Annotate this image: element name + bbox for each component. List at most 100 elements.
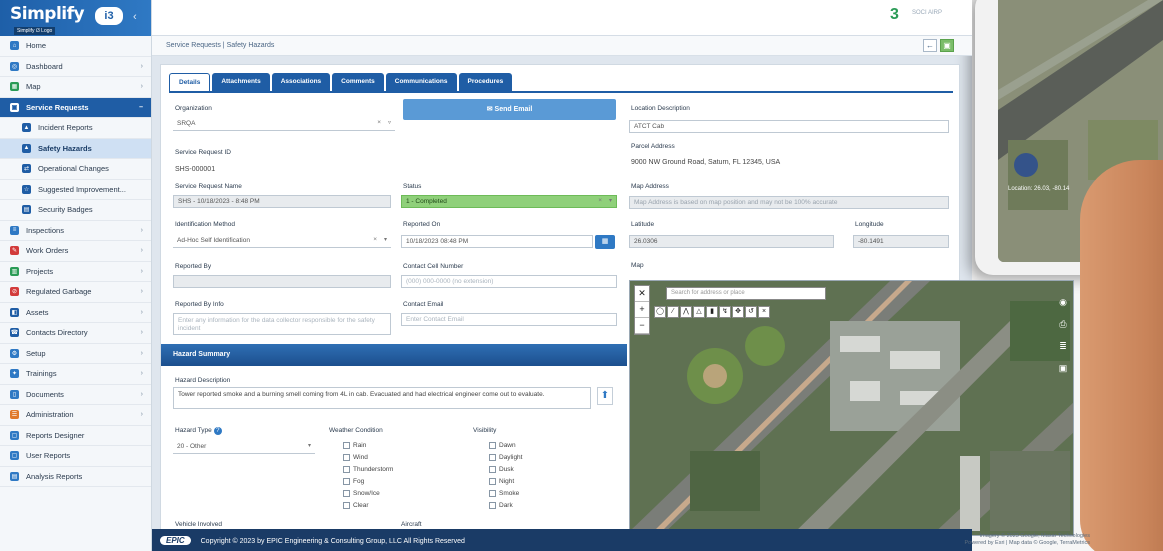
sidebar-item-reports-designer[interactable]: ▢ Reports Designer	[0, 426, 151, 446]
tab-communications[interactable]: Communications	[385, 73, 457, 91]
visibility-daylight-checkbox[interactable]: Daylight	[489, 454, 522, 461]
tab-procedures[interactable]: Procedures	[458, 73, 513, 91]
latitude-field[interactable]: 26.0306	[629, 235, 834, 248]
chevron-down-icon[interactable]: ▾	[609, 197, 612, 205]
app-logo-badge: i3	[95, 7, 123, 25]
sidebar-item-dashboard[interactable]: ◎ Dashboard ›	[0, 57, 151, 77]
tab-associations[interactable]: Associations	[271, 73, 331, 91]
zoom-in-icon[interactable]: +	[635, 302, 649, 318]
info-icon[interactable]: ?	[213, 427, 222, 435]
sidebar-item-trainings[interactable]: ✦ Trainings ›	[0, 364, 151, 385]
weather-rain-checkbox[interactable]: Rain	[343, 442, 366, 449]
freehand-tool-icon[interactable]: ↯	[719, 306, 731, 318]
longitude-field[interactable]: -80.1491	[853, 235, 949, 248]
sr-name-field[interactable]: SHS - 10/18/2023 - 8:48 PM	[173, 195, 391, 208]
status-label: Status	[403, 183, 422, 190]
clear-icon[interactable]: ×	[758, 306, 770, 318]
sidebar-item-analysis-reports[interactable]: ▤ Analysis Reports	[0, 467, 151, 487]
hazard-type-select[interactable]: 20 - Other ▾	[173, 441, 315, 454]
sidebar-item-incident-reports[interactable]: ▲ Incident Reports	[0, 118, 151, 139]
list-icon[interactable]: ≣	[1055, 341, 1071, 363]
home-icon: ⌂	[10, 41, 19, 51]
organization-select[interactable]: SRQA × ▿	[173, 118, 395, 131]
line-tool-icon[interactable]: ⁄	[667, 306, 679, 318]
sidebar-item-setup[interactable]: ⚙ Setup ›	[0, 344, 151, 364]
chevron-down-icon[interactable]: ▾	[308, 442, 311, 450]
breadcrumb-text[interactable]: Service Requests | Safety Hazards	[166, 42, 274, 49]
sidebar-item-label: Reports Designer	[26, 430, 85, 440]
hazard-description-textarea[interactable]: Tower reported smoke and a burning smell…	[173, 387, 591, 409]
tab-comments[interactable]: Comments	[332, 73, 384, 91]
app-logo[interactable]: Simplify	[10, 4, 85, 24]
chevron-down-icon[interactable]: ▾	[384, 236, 387, 244]
close-icon[interactable]: ✕	[635, 286, 649, 302]
reported-info-textarea[interactable]: Enter any information for the data colle…	[173, 313, 391, 335]
sidebar-item-inspections[interactable]: ≡ Inspections ›	[0, 221, 151, 241]
sidebar-item-administration[interactable]: ☰ Administration ›	[0, 405, 151, 426]
weather-thunderstorm-checkbox[interactable]: Thunderstorm	[343, 466, 393, 473]
filter-icon[interactable]: ▿	[388, 119, 391, 127]
back-icon[interactable]: ←	[923, 39, 937, 52]
weather-wind-checkbox[interactable]: Wind	[343, 454, 368, 461]
method-select[interactable]: Ad-Hoc Self Identification × ▾	[173, 235, 391, 248]
section-header[interactable]: Hazard Summary	[161, 344, 627, 366]
clear-icon[interactable]: ×	[598, 197, 602, 205]
circle-tool-icon[interactable]: ◯	[654, 306, 666, 318]
map-view[interactable]: ✕ + − Search for address or place ◯ ⁄ ⋀ …	[629, 280, 1074, 536]
visibility-dusk-checkbox[interactable]: Dusk	[489, 466, 514, 473]
print-icon[interactable]: ⎙	[1055, 319, 1071, 341]
tab-attachments[interactable]: Attachments	[212, 73, 270, 91]
sidebar-item-safety-hazards[interactable]: ▲ Safety Hazards	[0, 138, 151, 159]
layers-icon[interactable]: ◉	[1055, 297, 1071, 319]
polyline-tool-icon[interactable]: ⋀	[680, 306, 692, 318]
weather-snow-checkbox[interactable]: Snow/Ice	[343, 490, 380, 497]
sidebar-item-documents[interactable]: ▯ Documents ›	[0, 385, 151, 405]
reported-by-field[interactable]	[173, 275, 391, 288]
zoom-out-icon[interactable]: −	[635, 318, 649, 334]
tab-details[interactable]: Details	[169, 73, 211, 91]
reported-on-label: Reported On	[403, 221, 441, 228]
status-select[interactable]: 1 - Completed × ▾	[401, 195, 617, 208]
upload-icon[interactable]: ⬆	[597, 387, 613, 405]
checkbox-box	[343, 454, 350, 461]
sidebar-item-security-badges[interactable]: ▤ Security Badges	[0, 200, 151, 221]
map-toolbar: ✕ + −	[634, 285, 650, 335]
email-field[interactable]: Enter Contact Email	[401, 313, 617, 326]
sidebar-item-regulated-garbage[interactable]: ⊘ Regulated Garbage ›	[0, 282, 151, 303]
weather-clear-checkbox[interactable]: Clear	[343, 502, 369, 509]
sidebar-item-label: Administration	[26, 410, 74, 420]
sidebar-item-home[interactable]: ⌂ Home	[0, 36, 151, 57]
calendar-icon[interactable]: ▦	[595, 235, 615, 249]
move-tool-icon[interactable]: ✥	[732, 306, 744, 318]
weather-fog-checkbox[interactable]: Fog	[343, 478, 364, 485]
visibility-dark-checkbox[interactable]: Dark	[489, 502, 513, 509]
save-icon[interactable]: ▣	[940, 39, 954, 52]
sidebar-item-suggested-improvements[interactable]: ☆ Suggested Improvement...	[0, 180, 151, 200]
sidebar-item-projects[interactable]: ▥ Projects ›	[0, 262, 151, 282]
sidebar-item-user-reports[interactable]: ▢ User Reports	[0, 446, 151, 467]
visibility-night-checkbox[interactable]: Night	[489, 478, 514, 485]
clear-icon[interactable]: ×	[373, 236, 377, 244]
polygon-tool-icon[interactable]: △	[693, 306, 705, 318]
clear-icon[interactable]: ×	[377, 119, 381, 127]
status-value: 1 - Completed	[406, 198, 447, 205]
sidebar-item-service-requests[interactable]: ▣ Service Requests –	[0, 97, 151, 118]
phone-field[interactable]: (000) 000-0000 (no extension)	[401, 275, 617, 288]
sidebar-item-work-orders[interactable]: ✎ Work Orders ›	[0, 241, 151, 262]
reported-on-field[interactable]: 10/18/2023 08:48 PM	[401, 235, 593, 248]
collapse-sidebar-icon[interactable]: ‹	[133, 11, 137, 23]
sidebar-item-map[interactable]: ▦ Map ›	[0, 77, 151, 98]
undo-icon[interactable]: ↺	[745, 306, 757, 318]
rectangle-tool-icon[interactable]: ▮	[706, 306, 718, 318]
visibility-smoke-checkbox[interactable]: Smoke	[489, 490, 519, 497]
sidebar-item-contacts-directory[interactable]: ☎ Contacts Directory ›	[0, 323, 151, 344]
map-address-field[interactable]: Map Address is based on map position and…	[629, 196, 949, 209]
export-icon[interactable]: ▣	[1055, 363, 1071, 385]
map-search-input[interactable]: Search for address or place	[666, 287, 826, 300]
location-field[interactable]: ATCT Cab	[629, 120, 949, 133]
sidebar-item-assets[interactable]: ◧ Assets ›	[0, 303, 151, 323]
send-email-button[interactable]: ✉ Send Email	[403, 99, 616, 120]
visibility-dawn-checkbox[interactable]: Dawn	[489, 442, 516, 449]
hazard-type-label: Hazard Type?	[175, 427, 222, 435]
sidebar-item-operational-changes[interactable]: ⇄ Operational Changes	[0, 159, 151, 180]
